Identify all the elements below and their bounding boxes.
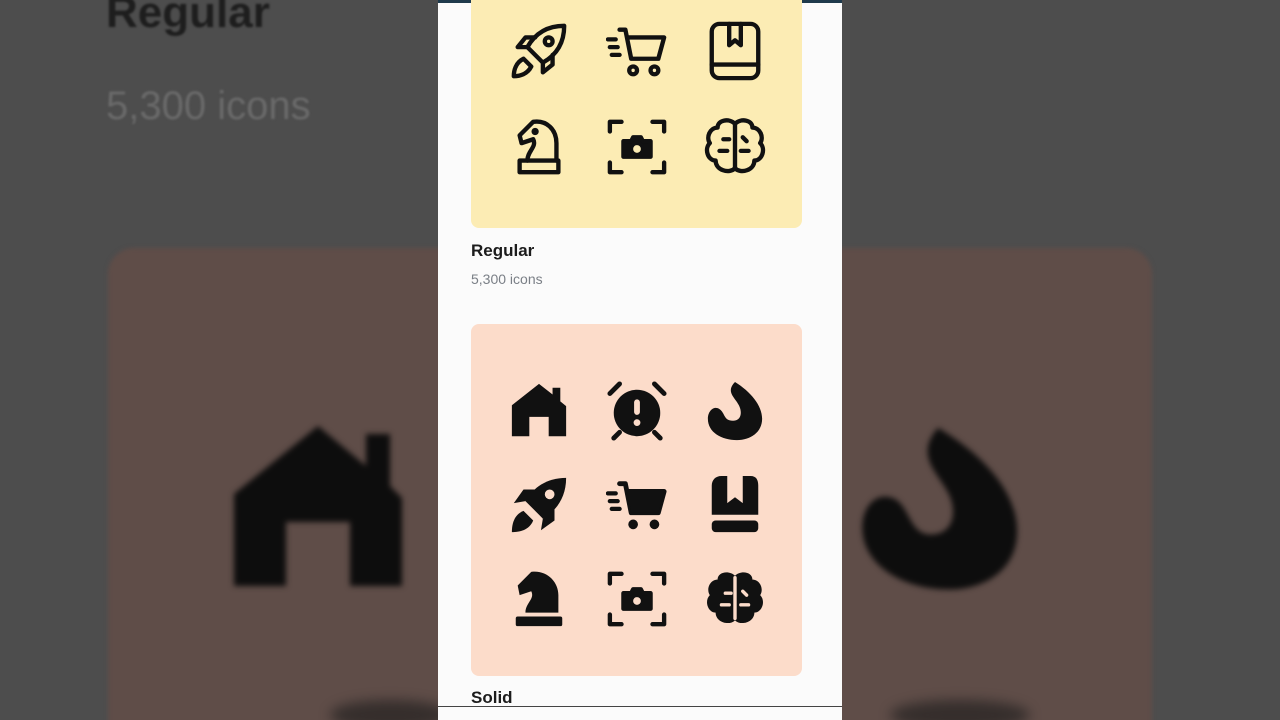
brain-icon [686,562,784,636]
background-count: 5,300 icons [106,84,311,128]
camera-focus-icon [588,110,686,184]
solid-style-card[interactable] [471,324,802,676]
fast-cart-icon [588,14,686,88]
flame-icon [686,374,784,448]
regular-style-title[interactable]: Regular [471,241,534,261]
rocket-icon [490,468,588,542]
camera-focus-icon [588,562,686,636]
book-bookmark-icon [686,468,784,542]
chess-knight-icon [490,562,588,636]
rocket-icon [490,14,588,88]
chess-knight-icon [490,110,588,184]
alarm-exclamation-icon [588,374,686,448]
home-icon [490,374,588,448]
regular-style-card[interactable] [471,0,802,228]
background-title: Regular [106,0,270,37]
brain-icon [686,110,784,184]
regular-icon-count: 5,300 icons [471,271,543,287]
fast-cart-icon [588,468,686,542]
phone-screen: Regular 5,300 icons Solid [438,0,842,720]
bottom-divider [438,706,842,707]
solid-style-title[interactable]: Solid [471,688,513,708]
background-flame-icon [862,427,1018,590]
book-bookmark-icon [686,14,784,88]
background-home-icon [234,426,402,586]
